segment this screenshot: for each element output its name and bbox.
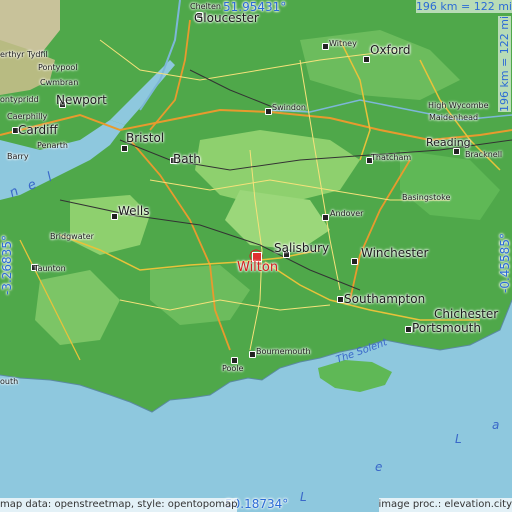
scale-vertical: 196 km = 122 mi bbox=[498, 15, 511, 112]
bristol-dot bbox=[121, 145, 128, 152]
water-label-channel-l2: L bbox=[300, 490, 307, 504]
reading-dot bbox=[453, 148, 460, 155]
place-label-portsmouth: Portsmouth bbox=[412, 321, 481, 335]
andover-dot bbox=[322, 214, 329, 221]
place-label-salisbury: Salisbury bbox=[274, 241, 330, 255]
place-label-poole: Poole bbox=[222, 364, 244, 373]
place-label-bristol: Bristol bbox=[126, 131, 165, 145]
place-label-merthyr: erthyr Tydfil bbox=[0, 50, 48, 59]
place-label-pontypridd: ontypridd bbox=[0, 95, 39, 104]
map-view[interactable]: Chelten Gloucester Witney Oxford erthyr … bbox=[0, 0, 512, 512]
place-label-maidenhead: Maidenhead bbox=[429, 113, 479, 122]
place-label-swindon: Swindon bbox=[272, 103, 306, 112]
place-label-bath: Bath bbox=[173, 152, 201, 166]
southampton-dot bbox=[337, 296, 344, 303]
bournemouth-dot bbox=[249, 351, 256, 358]
image-processing-credit: image proc.: elevation.city bbox=[378, 498, 512, 512]
water-label-channel-a: a bbox=[492, 418, 500, 432]
place-label-pontypool: Pontypool bbox=[38, 63, 78, 72]
place-label-newport: Newport bbox=[56, 93, 107, 107]
oxford-dot bbox=[363, 56, 370, 63]
scale-horizontal: 196 km = 122 mi bbox=[415, 0, 512, 13]
place-label-winchester: Winchester bbox=[361, 246, 429, 260]
place-label-oxford: Oxford bbox=[370, 43, 411, 57]
latitude-north-label: 51.95431° bbox=[223, 0, 287, 14]
place-label-cwmbran: Cwmbran bbox=[40, 78, 79, 87]
place-label-bournemouth: Bournemouth bbox=[256, 347, 311, 356]
place-label-reading: Reading bbox=[426, 136, 471, 149]
place-label-chichester: Chichester bbox=[434, 307, 499, 321]
place-label-cardiff: Cardiff bbox=[18, 123, 58, 137]
place-label-barry: Barry bbox=[7, 152, 29, 161]
place-label-outh: outh bbox=[0, 377, 19, 386]
place-label-caerphilly: Caerphilly bbox=[7, 112, 48, 121]
place-label-andover: Andover bbox=[330, 209, 364, 218]
water-label-channel-e: e bbox=[375, 460, 383, 474]
place-label-southampton: Southampton bbox=[344, 292, 426, 306]
place-label-penarth: Penarth bbox=[37, 141, 68, 150]
wells-dot bbox=[111, 213, 118, 220]
winchester-dot bbox=[351, 258, 358, 265]
poole-dot bbox=[231, 357, 238, 364]
place-label-bracknell: Bracknell bbox=[465, 150, 503, 159]
witney-dot bbox=[322, 43, 329, 50]
map-data-credit: map data: openstreetmap, style: opentopo… bbox=[0, 498, 238, 512]
place-label-witney: Witney bbox=[329, 39, 357, 48]
place-label-basingstoke: Basingstoke bbox=[402, 193, 451, 202]
place-label-wells: Wells bbox=[118, 204, 150, 218]
place-label-high-wycombe: High Wycombe bbox=[428, 101, 489, 110]
place-label-bridgwater: Bridgwater bbox=[50, 232, 94, 241]
place-label-thatcham: Thatcham bbox=[371, 153, 412, 162]
portsmouth-dot bbox=[405, 326, 412, 333]
place-label-wilton[interactable]: Wilton bbox=[237, 261, 278, 274]
place-label-taunton: Taunton bbox=[34, 264, 66, 273]
water-label-channel-l: L bbox=[455, 432, 462, 446]
longitude-west-label: -3.26835° bbox=[0, 235, 14, 295]
longitude-east-label: -0.45585° bbox=[498, 233, 512, 293]
swindon-dot bbox=[265, 108, 272, 115]
place-label-chelt: Chelten bbox=[190, 2, 221, 11]
